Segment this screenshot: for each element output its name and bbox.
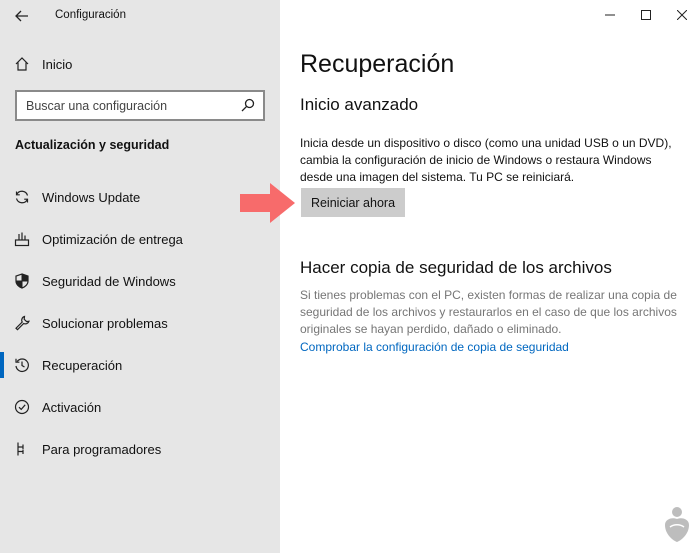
minimize-icon[interactable] <box>592 0 628 30</box>
sidebar-item-troubleshoot[interactable]: Solucionar problemas <box>0 306 280 340</box>
advanced-startup-description: Inicia desde un dispositivo o disco (com… <box>300 136 672 184</box>
sidebar-item-label: Activación <box>42 399 102 415</box>
sidebar-item-recovery[interactable]: Recuperación <box>0 348 280 382</box>
sidebar-item-activation[interactable]: Activación <box>0 390 280 424</box>
home-icon <box>13 55 31 73</box>
check-circle-icon <box>13 398 31 416</box>
window-controls <box>592 0 700 30</box>
restart-now-button[interactable]: Reiniciar ahora <box>301 188 405 217</box>
app-title: Configuración <box>55 9 126 21</box>
sidebar-item-label: Optimización de entrega <box>42 231 183 247</box>
backup-settings-link[interactable]: Comprobar la configuración de copia de s… <box>300 340 569 354</box>
sidebar-item-delivery-optimization[interactable]: Optimización de entrega <box>0 222 280 256</box>
sidebar-item-label: Windows Update <box>42 189 141 205</box>
close-icon[interactable] <box>664 0 700 30</box>
sidebar-item-windows-security[interactable]: Seguridad de Windows <box>0 264 280 298</box>
advanced-startup-heading: Inicio avanzado <box>300 95 419 114</box>
recovery-icon <box>13 356 31 374</box>
navigation-pane: Configuración Inicio Buscar una configur… <box>0 0 280 553</box>
site-logo-icon <box>662 505 692 548</box>
sidebar-item-developers[interactable]: Para programadores <box>0 432 280 466</box>
sync-icon <box>13 188 31 206</box>
sidebar-item-home[interactable]: Inicio <box>0 47 280 81</box>
sidebar-item-label: Inicio <box>42 56 73 72</box>
delivery-optimization-icon <box>13 230 31 248</box>
sidebar-item-label: Solucionar problemas <box>42 315 168 331</box>
search-placeholder: Buscar una configuración <box>26 99 168 113</box>
sidebar-item-label: Para programadores <box>42 441 162 457</box>
section-title: Actualización y seguridad <box>15 138 170 152</box>
maximize-icon[interactable] <box>628 0 664 30</box>
shield-icon <box>13 272 31 290</box>
sidebar-item-label: Recuperación <box>42 357 123 373</box>
backup-description: Si tienes problemas con el PC, existen f… <box>300 288 677 336</box>
sidebar-item-label: Seguridad de Windows <box>42 273 176 289</box>
wrench-icon <box>13 314 31 332</box>
page-title: Recuperación <box>300 50 455 78</box>
back-arrow-icon[interactable] <box>12 6 32 26</box>
sidebar-item-windows-update[interactable]: Windows Update <box>0 180 280 214</box>
annotation-arrow-icon <box>240 183 296 228</box>
search-input[interactable]: Buscar una configuración <box>15 90 265 121</box>
backup-heading: Hacer copia de seguridad de los archivos <box>300 258 612 277</box>
search-icon[interactable] <box>241 98 255 117</box>
developer-icon <box>13 440 31 458</box>
